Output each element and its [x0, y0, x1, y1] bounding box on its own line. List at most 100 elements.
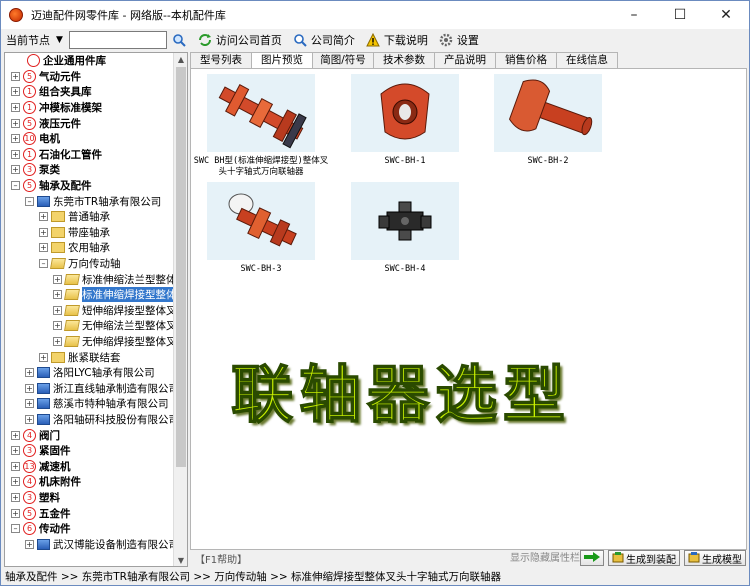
preview-pane: 型号列表 图片预览 简图/符号 技术参数 产品说明 销售价格 在线信息 SWC …	[190, 52, 748, 567]
tree-leaf-row[interactable]: + 无伸缩法兰型整体叉头	[5, 318, 175, 334]
company-label: 武汉博能设备制造有限公司	[53, 538, 175, 551]
tree-category-row[interactable]: + 3 紧固件	[5, 443, 175, 459]
tree-folder-row[interactable]: + 带座轴承	[5, 225, 175, 241]
tree-category-row[interactable]: – 5 轴承及配件	[5, 178, 175, 194]
next-arrow-button[interactable]	[580, 550, 604, 566]
tree-company-row[interactable]: + 慈溪市特种轴承有限公司	[5, 396, 175, 412]
expand-icon[interactable]: +	[25, 414, 34, 424]
company-intro-button[interactable]: 公司简介	[292, 32, 355, 48]
expand-icon[interactable]: +	[11, 165, 20, 175]
search-input[interactable]	[68, 31, 167, 49]
expand-icon[interactable]: +	[39, 227, 48, 237]
scroll-up-icon[interactable]: ▲	[174, 53, 187, 67]
expand-icon[interactable]: +	[39, 212, 48, 222]
expand-icon[interactable]: +	[25, 399, 34, 409]
tree-company-row[interactable]: – 东莞市TR轴承有限公司	[5, 193, 175, 209]
count-badge: 3	[23, 444, 36, 458]
expand-icon[interactable]: +	[53, 305, 62, 315]
category-label: 冲模标准模架	[39, 102, 102, 115]
collapse-icon[interactable]: –	[25, 196, 34, 206]
collapse-icon[interactable]: –	[39, 259, 48, 269]
tab-image-preview[interactable]: 图片预览	[251, 52, 313, 69]
tree-category-row[interactable]: + 4 机床附件	[5, 474, 175, 490]
expand-icon[interactable]: +	[53, 290, 62, 300]
tree-category-row[interactable]: + 1 冲模标准模架	[5, 100, 175, 116]
tree-category-row[interactable]: + 1 组合夹具库	[5, 84, 175, 100]
expand-icon[interactable]: +	[11, 87, 20, 97]
scroll-down-icon[interactable]: ▼	[174, 554, 187, 566]
tree-folder-row[interactable]: + 普通轴承	[5, 209, 175, 225]
tab-model-list[interactable]: 型号列表	[190, 52, 252, 68]
company-icon	[37, 367, 50, 379]
tree-company-row[interactable]: + 武汉博能设备制造有限公司	[5, 536, 175, 552]
tree-company-row[interactable]: + 浙江直线轴承制造有限公司	[5, 380, 175, 396]
tree-category-row[interactable]: + 4 阀门	[5, 427, 175, 443]
tree-category-row[interactable]: + 5 气动元件	[5, 69, 175, 85]
expand-icon[interactable]: +	[39, 352, 48, 362]
expand-icon[interactable]: +	[11, 430, 20, 440]
company-icon	[37, 195, 50, 207]
tab-product-desc[interactable]: 产品说明	[434, 52, 496, 68]
tree-leaf-row-selected[interactable]: + 标准伸缩焊接型整体叉	[5, 287, 175, 303]
expand-icon[interactable]: +	[11, 461, 20, 471]
generate-to-assembly-button[interactable]: 生成到装配	[608, 550, 680, 566]
tree-company-row[interactable]: + 洛阳轴研科技股份有限公司	[5, 412, 175, 428]
tree-category-row[interactable]: + 3 塑料	[5, 490, 175, 506]
expand-icon[interactable]: +	[11, 492, 20, 502]
thumbnail-item[interactable]: SWC-BH-3	[191, 182, 331, 275]
tab-sketch-symbol[interactable]: 简图/符号	[312, 52, 374, 68]
tree-category-row[interactable]: + 10 电机	[5, 131, 175, 147]
tree-folder-row[interactable]: – 万向传动轴	[5, 256, 175, 272]
tab-online-info[interactable]: 在线信息	[556, 52, 618, 68]
expand-icon[interactable]: +	[25, 368, 34, 378]
tree-folder-row[interactable]: + 胀紧联结套	[5, 349, 175, 365]
maximize-button[interactable]: ☐	[657, 1, 703, 29]
tree-category-row[interactable]: + 5 五金件	[5, 505, 175, 521]
expand-icon[interactable]: +	[11, 118, 20, 128]
minimize-button[interactable]: –	[611, 1, 657, 29]
expand-icon[interactable]: +	[11, 103, 20, 113]
tree-folder-row[interactable]: + 农用轴承	[5, 240, 175, 256]
collapse-icon[interactable]: –	[11, 524, 20, 534]
expand-icon[interactable]: +	[53, 336, 62, 346]
expand-icon[interactable]: +	[11, 446, 20, 456]
flange-shaft-image	[207, 182, 315, 260]
tab-sales-price[interactable]: 销售价格	[495, 52, 557, 68]
tree-category-row[interactable]: – 6 传动件	[5, 521, 175, 537]
tree-leaf-row[interactable]: + 无伸缩焊接型整体叉头	[5, 334, 175, 350]
scrollbar-thumb[interactable]	[176, 67, 186, 467]
generate-model-button[interactable]: 生成模型	[684, 550, 746, 566]
warning-icon	[365, 32, 381, 48]
thumbnail-item[interactable]: SWC-BH-2	[478, 74, 618, 167]
tree-company-row[interactable]: + 洛阳LYC轴承有限公司	[5, 365, 175, 381]
search-icon[interactable]	[171, 32, 187, 48]
settings-button[interactable]: 设置	[438, 32, 479, 48]
tree-scrollbar[interactable]: ▲ ▼	[173, 53, 187, 566]
collapse-icon[interactable]: –	[11, 181, 20, 191]
tree-category-row[interactable]: 企业通用件库	[5, 53, 175, 69]
expand-icon[interactable]: +	[11, 134, 20, 144]
expand-icon[interactable]: +	[53, 321, 62, 331]
expand-icon[interactable]: +	[11, 149, 20, 159]
tree-category-row[interactable]: + 5 液压元件	[5, 115, 175, 131]
expand-icon[interactable]: +	[11, 477, 20, 487]
expand-icon[interactable]: +	[25, 539, 34, 549]
thumbnail-item[interactable]: SWC-BH-4	[335, 182, 475, 275]
close-button[interactable]: ✕	[703, 1, 749, 29]
tree-leaf-row[interactable]: + 标准伸缩法兰型整体叉	[5, 271, 175, 287]
visit-home-button[interactable]: 访问公司首页	[197, 32, 282, 48]
download-help-button[interactable]: 下载说明	[365, 32, 428, 48]
current-node-dropdown-icon[interactable]: ▼	[56, 35, 63, 45]
tree-category-row[interactable]: + 1 石油化工管件	[5, 147, 175, 163]
thumbnail-item[interactable]: SWC-BH-1	[335, 74, 475, 167]
expand-icon[interactable]: +	[25, 383, 34, 393]
tree-leaf-row[interactable]: + 短伸缩焊接型整体叉头	[5, 303, 175, 319]
expand-icon[interactable]: +	[11, 508, 20, 518]
tree-category-row[interactable]: + 3 泵类	[5, 162, 175, 178]
tab-tech-params[interactable]: 技术参数	[373, 52, 435, 68]
thumbnail-item[interactable]: SWC BH型(标准伸缩焊接型)整体叉头十字轴式万向联轴器	[191, 74, 331, 178]
expand-icon[interactable]: +	[39, 243, 48, 253]
tree-category-row[interactable]: + 13 减速机	[5, 458, 175, 474]
expand-icon[interactable]: +	[53, 274, 62, 284]
expand-icon[interactable]: +	[11, 71, 20, 81]
